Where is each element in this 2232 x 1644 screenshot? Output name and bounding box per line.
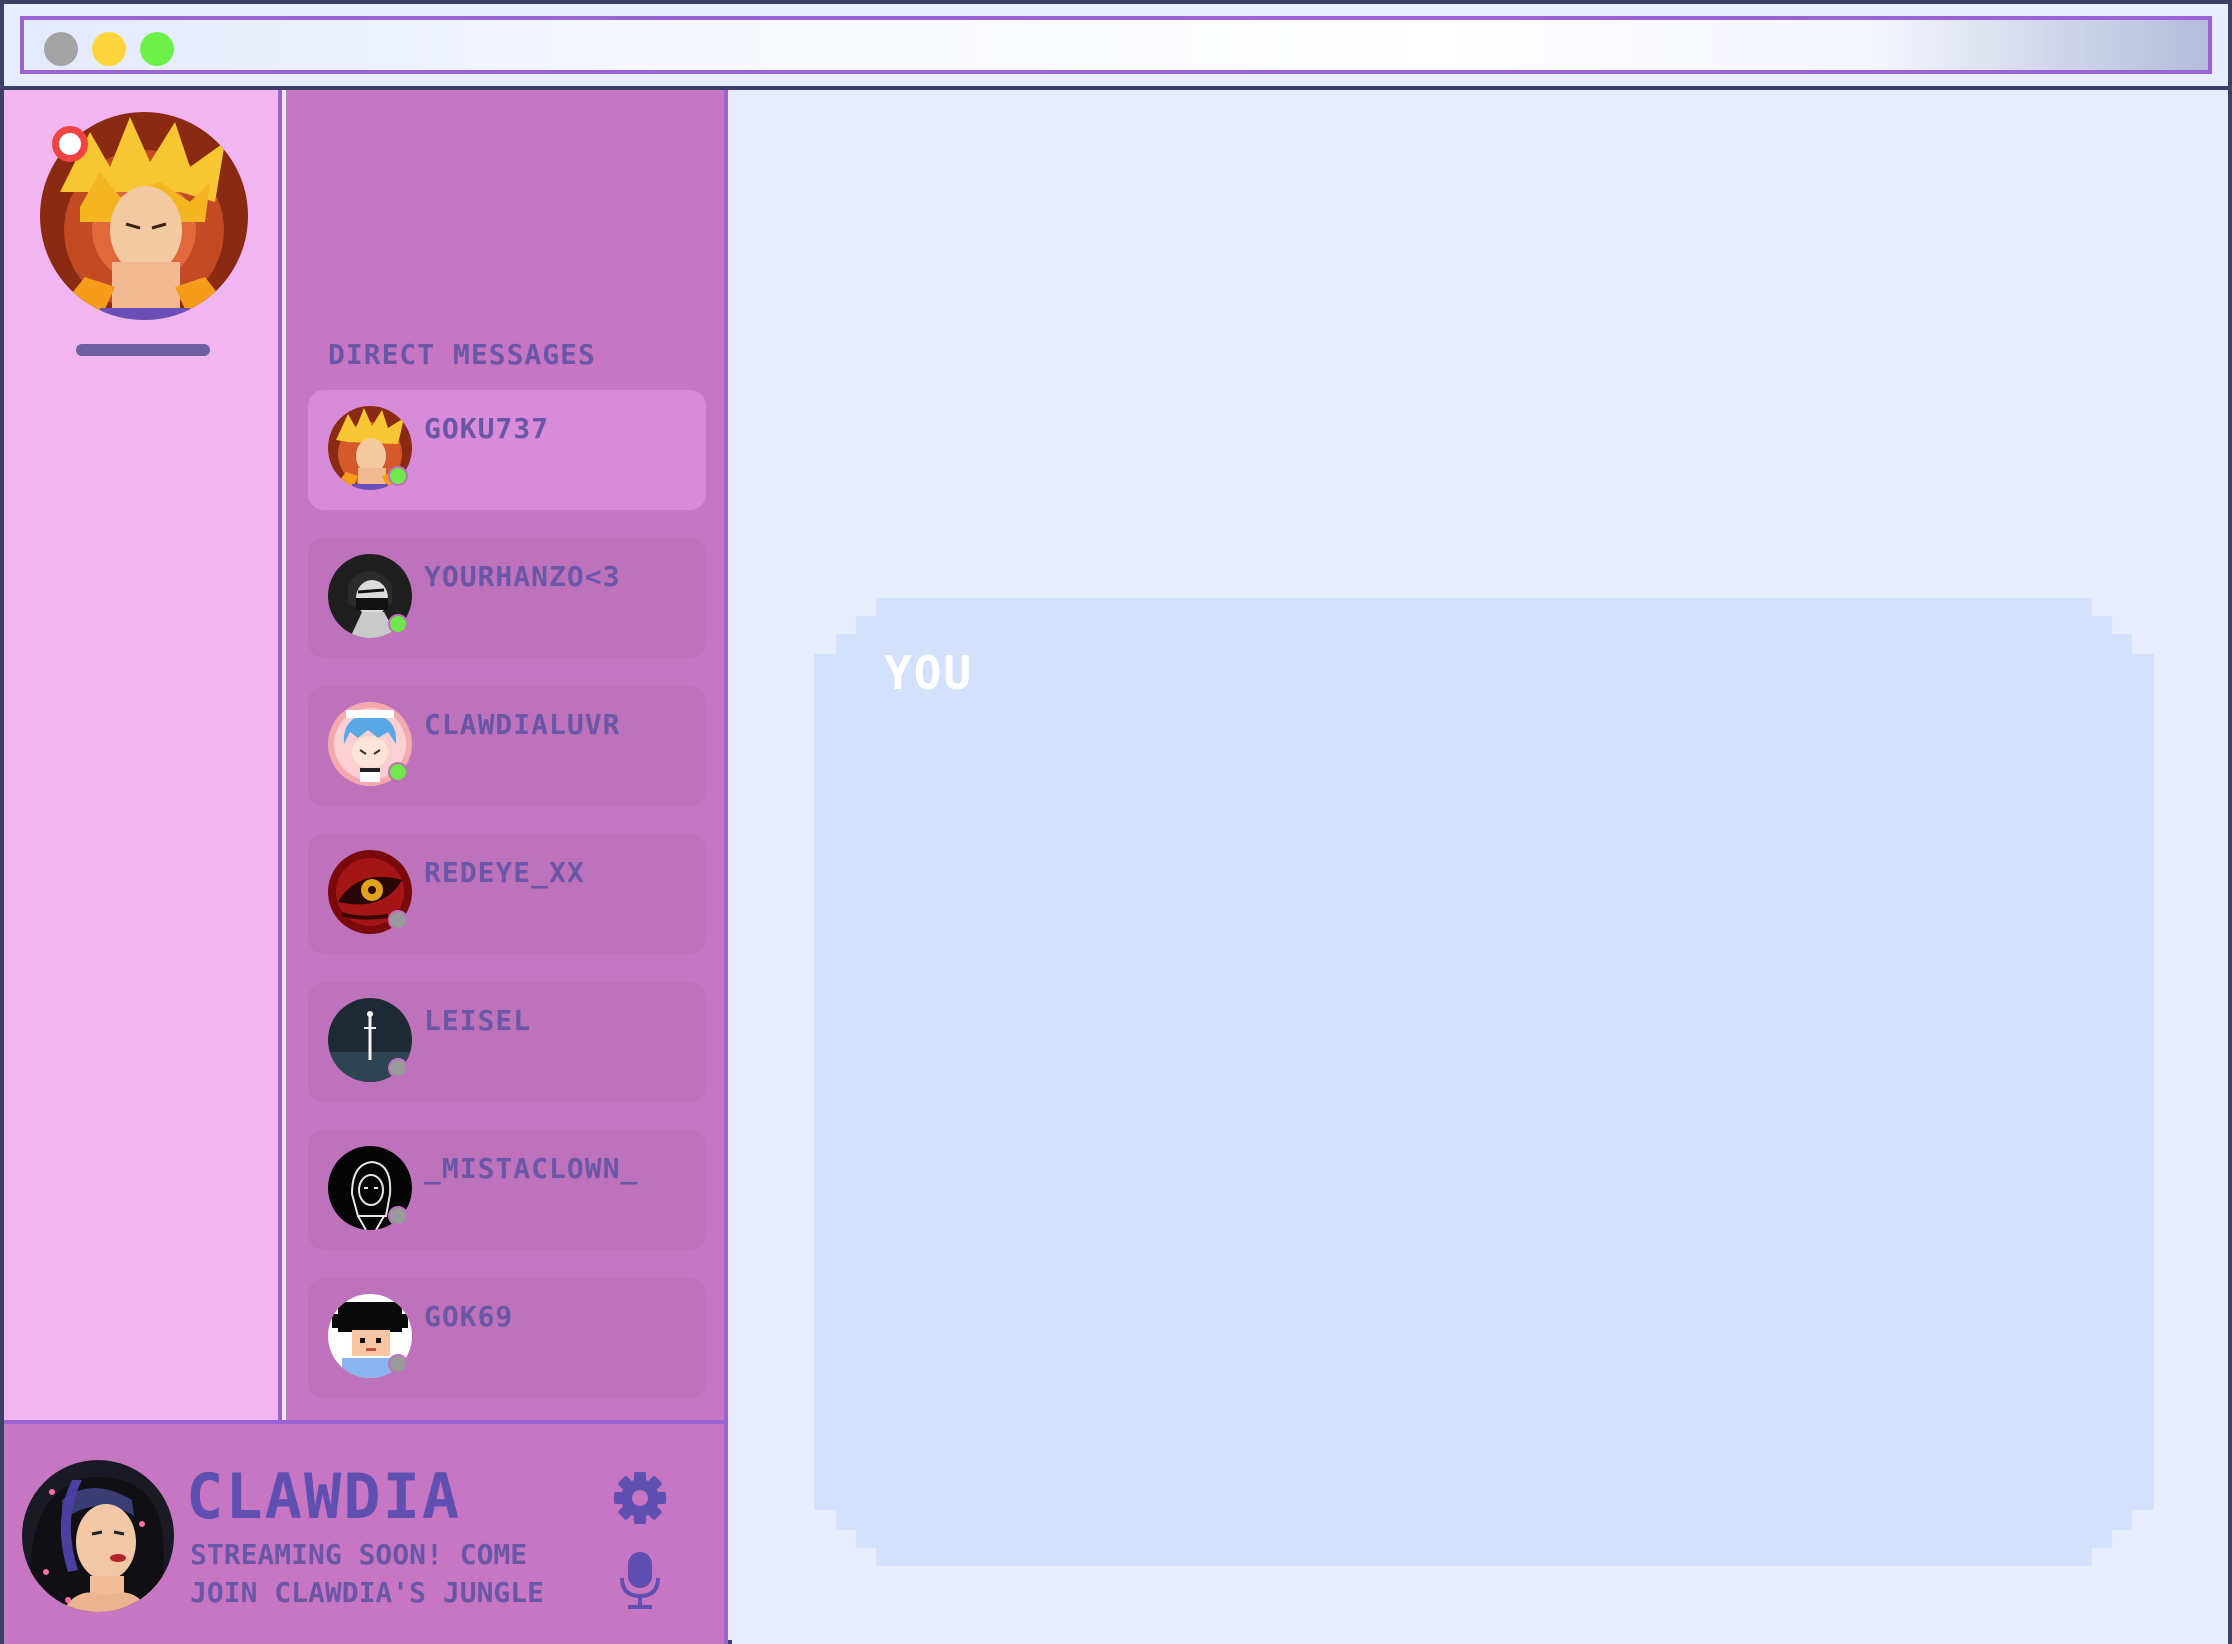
server-rail — [4, 90, 282, 1420]
chat-box[interactable] — [814, 598, 2154, 1566]
online-status-icon — [388, 466, 408, 486]
dm-heading: DIRECT MESSAGES — [328, 338, 596, 371]
selected-server-indicator — [76, 344, 210, 356]
dm-name: REDEYE_XX — [424, 856, 585, 889]
window-control-minimize[interactable] — [92, 32, 126, 66]
notification-badge — [52, 126, 88, 162]
dm-name: GOKU737 — [424, 412, 550, 445]
dm-item-redeye[interactable]: REDEYE_XX — [308, 834, 706, 954]
dm-item-clawdialuvr[interactable]: CLAWDIALUVR — [308, 686, 706, 806]
title-bar-frame — [20, 16, 2212, 74]
user-status-text: STREAMING SOON! COME JOIN CLAWDIA'S JUNG… — [190, 1538, 545, 1609]
dm-name: CLAWDIALUVR — [424, 708, 621, 741]
chat-sender-label: YOU — [884, 646, 974, 700]
offline-status-icon — [388, 1206, 408, 1226]
offline-status-icon — [388, 1058, 408, 1078]
dm-name: _MISTACLOWN_ — [424, 1152, 639, 1185]
app-window: DIRECT MESSAGES GOKU737 YOURHANZO<3 CLAW… — [0, 0, 2232, 1644]
dm-item-gok69[interactable]: GOK69 — [308, 1278, 706, 1398]
dm-name: LEISEL — [424, 1004, 532, 1037]
chat-area: YOU — [732, 90, 2228, 1644]
title-bar — [4, 4, 2228, 90]
direct-messages-panel: DIRECT MESSAGES GOKU737 YOURHANZO<3 CLAW… — [286, 90, 728, 1420]
user-panel: CLAWDIA STREAMING SOON! COME JOIN CLAWDI… — [4, 1420, 728, 1644]
online-status-icon — [388, 762, 408, 782]
microphone-button[interactable] — [618, 1550, 662, 1610]
microphone-icon — [620, 1552, 660, 1609]
dark-hair-woman-avatar-icon — [22, 1460, 174, 1612]
window-control-grey[interactable] — [44, 32, 78, 66]
dm-item-yourhanzo[interactable]: YOURHANZO<3 — [308, 538, 706, 658]
window-control-maximize[interactable] — [140, 32, 174, 66]
dm-name: GOK69 — [424, 1300, 514, 1333]
dm-item-leisel[interactable]: LEISEL — [308, 982, 706, 1102]
offline-status-icon — [388, 1354, 408, 1374]
dm-item-goku737[interactable]: GOKU737 — [308, 390, 706, 510]
dm-item-mistaclown[interactable]: _MISTACLOWN_ — [308, 1130, 706, 1250]
user-avatar[interactable] — [22, 1460, 174, 1612]
online-status-icon — [388, 614, 408, 634]
dm-name: YOURHANZO<3 — [424, 560, 621, 593]
gear-icon — [614, 1472, 666, 1524]
settings-button[interactable] — [610, 1468, 670, 1528]
offline-status-icon — [388, 910, 408, 930]
username: CLAWDIA — [186, 1460, 462, 1533]
